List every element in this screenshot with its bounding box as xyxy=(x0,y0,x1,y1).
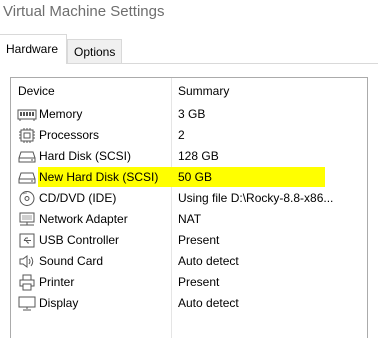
device-name: Processors xyxy=(39,128,100,142)
device-row-printer[interactable]: Printer Present xyxy=(11,272,367,293)
device-summary: 2 xyxy=(178,128,185,142)
column-header-summary[interactable]: Summary xyxy=(178,84,229,98)
sound-card-icon xyxy=(17,253,37,270)
device-summary: Using file D:\Rocky-8.8-x86... xyxy=(178,191,334,205)
usb-icon xyxy=(17,232,37,249)
device-summary: NAT xyxy=(178,212,202,226)
device-name: Memory xyxy=(39,107,83,121)
device-row-hard-disk[interactable]: Hard Disk (SCSI) 128 GB xyxy=(11,146,367,167)
device-name: Display xyxy=(39,296,79,310)
device-list[interactable]: Device Summary Memory 3 GB Processors 2 … xyxy=(10,77,368,338)
window-title: Virtual Machine Settings xyxy=(3,3,165,20)
device-name: New Hard Disk (SCSI) xyxy=(39,170,159,184)
hard-disk-icon xyxy=(17,148,37,165)
device-summary: Auto detect xyxy=(178,254,239,268)
device-row-processors[interactable]: Processors 2 xyxy=(11,125,367,146)
device-row-usb-controller[interactable]: USB Controller Present xyxy=(11,230,367,251)
tab-strip: Hardware Options xyxy=(0,34,378,64)
device-name: Sound Card xyxy=(39,254,104,268)
device-summary: 50 GB xyxy=(178,170,213,184)
device-summary: Present xyxy=(178,233,220,247)
device-name: Printer xyxy=(39,275,75,289)
device-name: Hard Disk (SCSI) xyxy=(39,149,132,163)
tab-hardware[interactable]: Hardware xyxy=(0,34,67,64)
display-icon xyxy=(17,295,37,312)
list-header: Device Summary xyxy=(11,78,367,103)
device-summary: Auto detect xyxy=(178,296,239,310)
cd-dvd-icon xyxy=(17,190,37,207)
device-summary: 3 GB xyxy=(178,107,206,121)
network-adapter-icon xyxy=(17,211,37,228)
memory-icon xyxy=(17,106,37,123)
device-name: USB Controller xyxy=(39,233,120,247)
processor-icon xyxy=(17,127,37,144)
device-name: Network Adapter xyxy=(39,212,128,226)
device-row-new-hard-disk[interactable]: New Hard Disk (SCSI) 50 GB xyxy=(11,167,367,188)
device-row-cd-dvd[interactable]: CD/DVD (IDE) Using file D:\Rocky-8.8-x86… xyxy=(11,188,367,209)
device-summary: Present xyxy=(178,275,220,289)
device-row-memory[interactable]: Memory 3 GB xyxy=(11,104,367,125)
device-name: CD/DVD (IDE) xyxy=(39,191,117,205)
column-header-device[interactable]: Device xyxy=(18,84,55,98)
device-row-sound-card[interactable]: Sound Card Auto detect xyxy=(11,251,367,272)
tab-options[interactable]: Options xyxy=(67,39,123,64)
device-row-display[interactable]: Display Auto detect xyxy=(11,293,367,314)
device-summary: 128 GB xyxy=(178,149,219,163)
hard-disk-icon xyxy=(17,169,37,186)
printer-icon xyxy=(17,274,37,291)
device-row-network-adapter[interactable]: Network Adapter NAT xyxy=(11,209,367,230)
